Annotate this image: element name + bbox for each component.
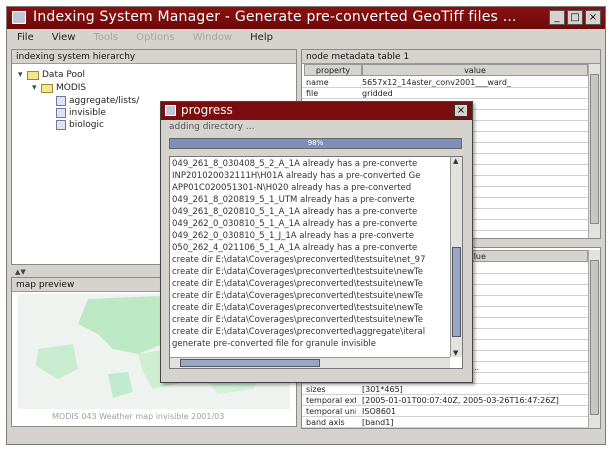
tree-node-label: MODIS bbox=[56, 83, 87, 93]
splitter-arrows-icon[interactable]: ▲▼ bbox=[15, 268, 26, 276]
menu-options[interactable]: Options bbox=[136, 29, 175, 47]
expand-icon[interactable]: ▾ bbox=[18, 70, 27, 80]
table-row[interactable]: band axis [band1] bbox=[302, 417, 588, 428]
log-line: APP01C020051301-N\H020 already has a pre… bbox=[172, 183, 412, 193]
progress-dialog-title: progress bbox=[181, 103, 233, 117]
progress-dialog-title-bar[interactable]: progress × bbox=[161, 102, 472, 120]
dialog-icon bbox=[165, 105, 176, 116]
file-icon bbox=[56, 96, 66, 106]
tree-node-data-pool[interactable]: ▾ Data Pool bbox=[18, 70, 85, 80]
window-title: Indexing System Manager - Generate pre-c… bbox=[33, 9, 517, 25]
column-header-value[interactable]: value bbox=[362, 64, 588, 76]
table-cell-key: temporal unit bbox=[306, 407, 356, 416]
progress-log: 049_261_8_030408_5_2_A_1A already has a … bbox=[169, 156, 463, 369]
log-line: generate pre-converted file for granule … bbox=[172, 339, 377, 349]
menu-view[interactable]: View bbox=[52, 29, 76, 47]
log-vertical-scrollbar[interactable]: ▲ ▼ bbox=[450, 157, 462, 357]
table-row[interactable]: name 5657x12_14aster_conv2001___ward_ bbox=[302, 77, 588, 88]
log-line: 049_261_8_020819_5_1_UTM already has a p… bbox=[172, 195, 415, 205]
log-line: create dir E:\data\Coverages\preconverte… bbox=[172, 291, 424, 301]
table-cell-value: [301*465] bbox=[362, 385, 403, 394]
tree-node-biologic[interactable]: biologic bbox=[56, 120, 104, 130]
table-row[interactable]: temporal unit ISO8601 bbox=[302, 406, 588, 417]
progress-percent-label: 98% bbox=[307, 139, 324, 147]
tree-node-invisible[interactable]: invisible bbox=[56, 108, 106, 118]
metadata-scrollbar[interactable] bbox=[588, 64, 600, 238]
minimize-button[interactable]: _ bbox=[549, 10, 565, 25]
log-line: create dir E:\data\Coverages\preconverte… bbox=[172, 303, 424, 313]
title-bar[interactable]: Indexing System Manager - Generate pre-c… bbox=[7, 7, 605, 29]
menu-bar: File View Tools Options Window Help bbox=[7, 29, 605, 47]
scrollbar-thumb[interactable] bbox=[590, 260, 599, 415]
maximize-button[interactable]: □ bbox=[567, 10, 583, 25]
log-line: create dir E:\data\Coverages\preconverte… bbox=[172, 267, 424, 277]
table-cell-value: [band1] bbox=[362, 418, 394, 427]
map-caption: MODIS 043 Weather map invisible 2001/03 bbox=[52, 412, 225, 421]
table-cell-key: name bbox=[306, 78, 329, 87]
menu-window[interactable]: Window bbox=[193, 29, 232, 47]
table-cell-value: 5657x12_14aster_conv2001___ward_ bbox=[362, 78, 511, 87]
log-line: create dir E:\data\Coverages\preconverte… bbox=[172, 327, 426, 337]
file-icon bbox=[56, 120, 66, 130]
table-cell-value: [2005-01-01T00:07:40Z, 2005-03-26T16:47:… bbox=[362, 396, 559, 405]
progress-dialog: progress × adding directory ... 98% 049_… bbox=[160, 101, 473, 383]
scroll-up-icon[interactable]: ▲ bbox=[453, 157, 458, 165]
table-cell-key: temporal extent bbox=[306, 396, 356, 405]
log-line: INP201020032111H\H01A already has a pre-… bbox=[172, 171, 421, 181]
log-line: create dir E:\data\Coverages\preconverte… bbox=[172, 255, 426, 265]
tree-panel-header: indexing system hierarchy bbox=[12, 50, 296, 64]
tree-node-modis[interactable]: ▾ MODIS bbox=[32, 83, 86, 93]
table-row[interactable]: sizes [301*465] bbox=[302, 384, 588, 395]
table-cell-value: ISO8601 bbox=[362, 407, 397, 416]
menu-file[interactable]: File bbox=[17, 29, 34, 47]
folder-icon bbox=[27, 70, 39, 80]
app-icon bbox=[12, 11, 26, 24]
log-line: create dir E:\data\Coverages\preconverte… bbox=[172, 279, 424, 289]
folder-icon bbox=[41, 83, 53, 93]
log-line: create dir E:\data\Coverages\preconverte… bbox=[172, 315, 424, 325]
scrollbar-thumb[interactable] bbox=[452, 247, 461, 337]
expand-icon[interactable]: ▾ bbox=[32, 83, 41, 93]
scrollbar-thumb[interactable] bbox=[180, 359, 320, 367]
progress-bar: 98% bbox=[169, 138, 462, 149]
log-line: 049_262_0_030810_5_1_A_1A already has a … bbox=[172, 219, 418, 229]
metadata-scrollbar-2[interactable] bbox=[588, 250, 600, 428]
tree-node-label: invisible bbox=[69, 108, 106, 118]
close-button[interactable]: × bbox=[585, 10, 601, 25]
table-cell-key: file bbox=[306, 89, 319, 98]
log-line: 050_262_4_021106_5_1_A_1A already has a … bbox=[172, 243, 418, 253]
menu-help[interactable]: Help bbox=[250, 29, 273, 47]
scrollbar-thumb[interactable] bbox=[590, 74, 599, 224]
table-row[interactable]: temporal extent [2005-01-01T00:07:40Z, 20… bbox=[302, 395, 588, 406]
table-cell-key: sizes bbox=[306, 385, 326, 394]
log-line: 049_262_0_030810_5_1_J_1A already has a … bbox=[172, 231, 414, 241]
metadata-panel-header: node metadata table 1 bbox=[302, 50, 600, 64]
main-window: Indexing System Manager - Generate pre-c… bbox=[6, 6, 606, 445]
progress-status-text: adding directory ... bbox=[169, 122, 255, 132]
tree-node-aggregate[interactable]: aggregate/lists/ bbox=[56, 96, 139, 106]
tree-node-label: Data Pool bbox=[42, 70, 85, 80]
tree-node-label: aggregate/lists/ bbox=[69, 96, 140, 106]
table-row[interactable]: file gridded bbox=[302, 88, 588, 99]
column-header-property[interactable]: property bbox=[304, 64, 362, 76]
menu-tools[interactable]: Tools bbox=[93, 29, 118, 47]
log-line: 049_261_8_030408_5_2_A_1A already has a … bbox=[172, 159, 418, 169]
log-line: 049_261_8_020810_5_1_A_1A already has a … bbox=[172, 207, 418, 217]
dialog-close-button[interactable]: × bbox=[454, 104, 468, 117]
file-icon bbox=[56, 108, 66, 118]
log-horizontal-scrollbar[interactable] bbox=[170, 357, 450, 368]
table-cell-key: band axis bbox=[306, 418, 345, 427]
scroll-down-icon[interactable]: ▼ bbox=[453, 349, 458, 357]
table-cell-value: gridded bbox=[362, 89, 393, 98]
tree-node-label: biologic bbox=[69, 120, 104, 130]
